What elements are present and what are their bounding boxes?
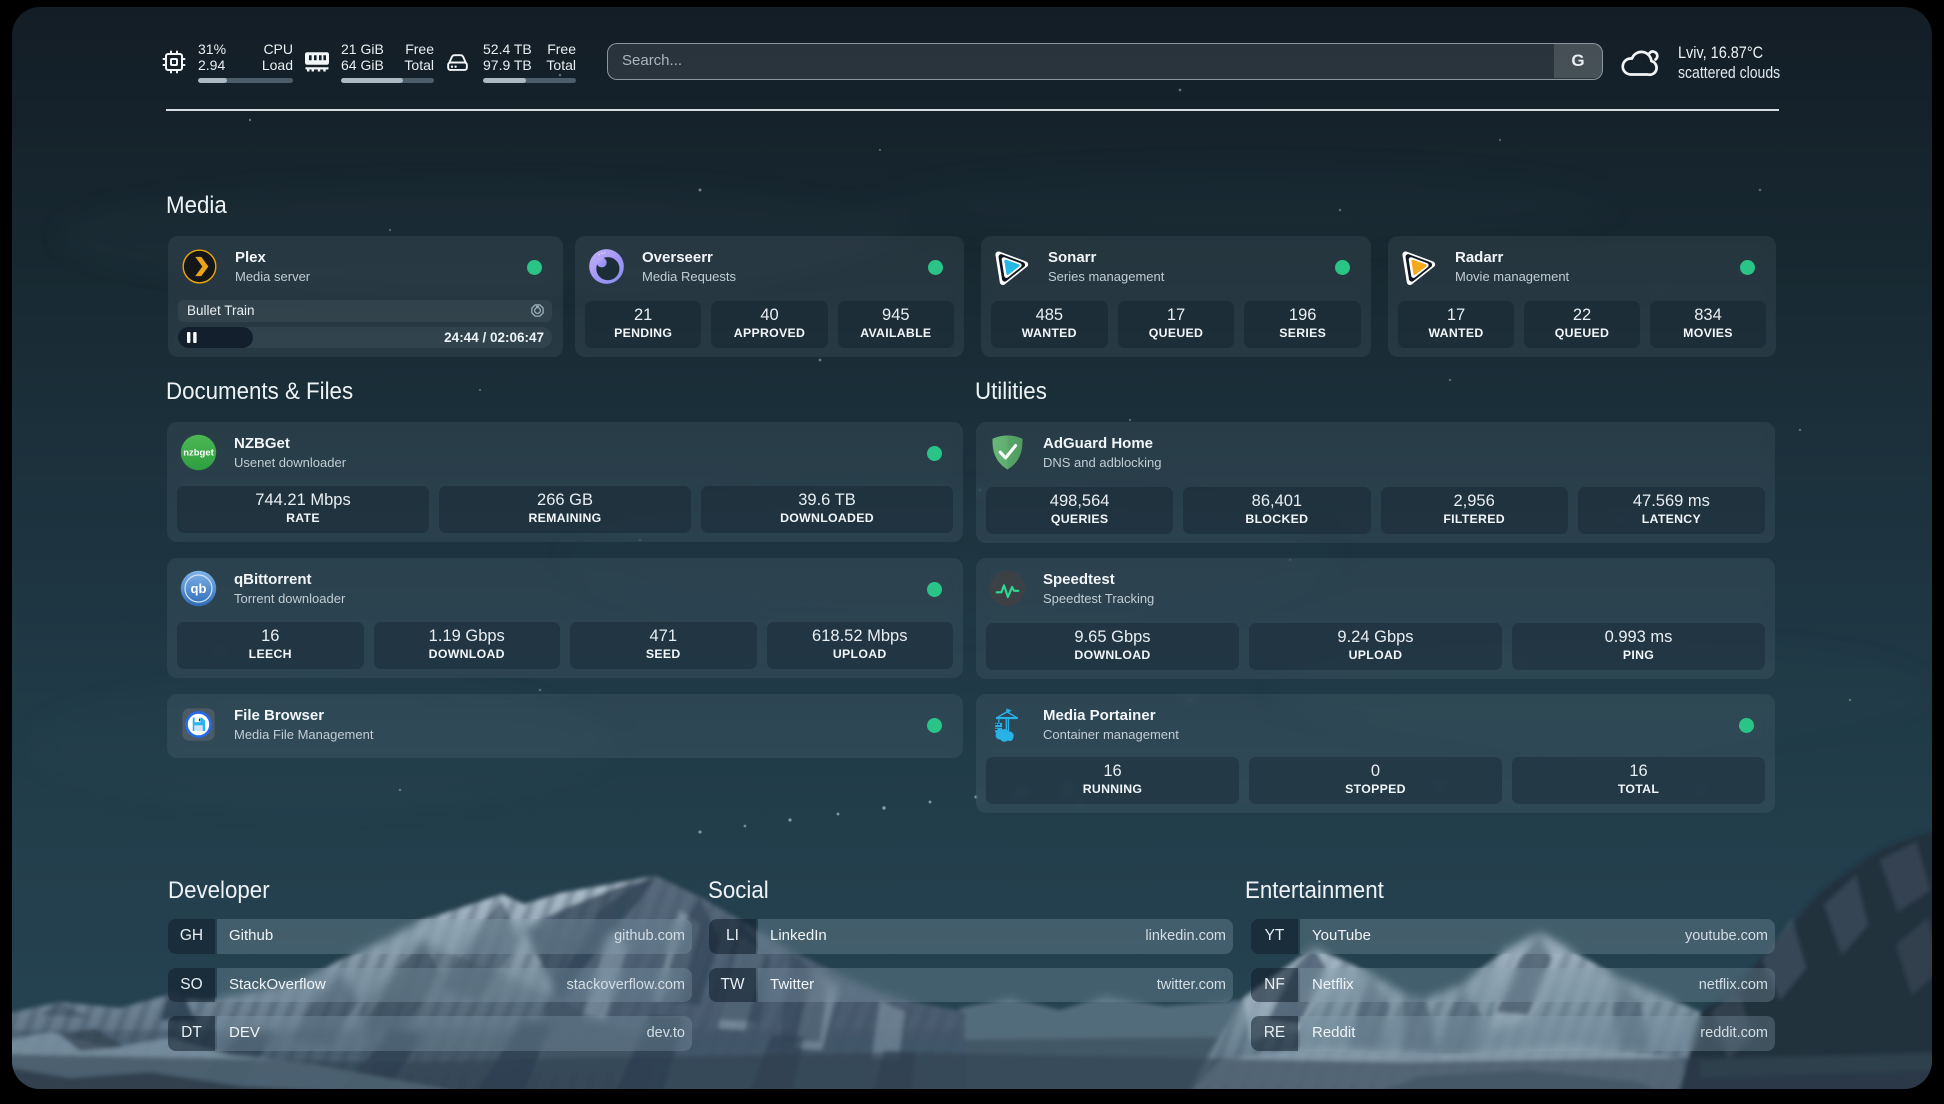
svg-text:nzbget: nzbget: [183, 448, 214, 459]
svg-text:qb: qb: [191, 581, 207, 596]
